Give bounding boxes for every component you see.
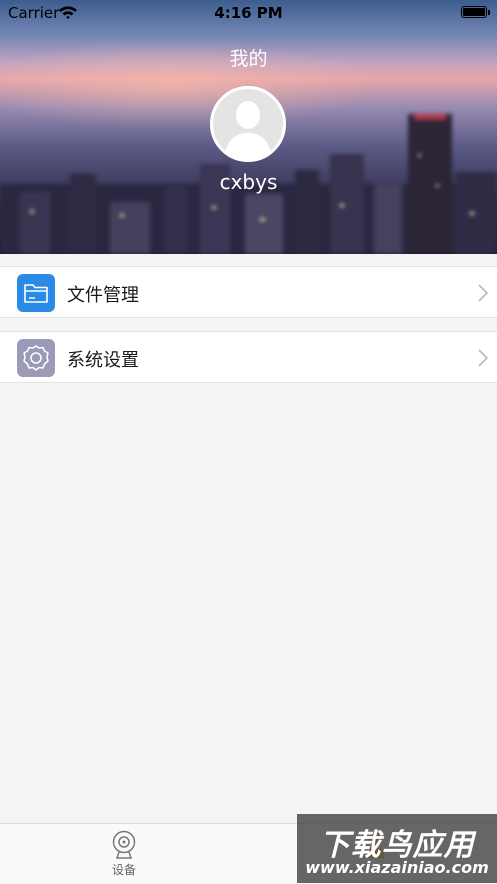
watermark: 下载鸟应用 www.xiazainiao.com [297, 814, 497, 883]
menu-item-system-settings[interactable]: 系统设置 [0, 331, 497, 383]
battery-icon [461, 6, 490, 18]
profile-header: Carrier 4:16 PM 我的 cxbys [0, 0, 497, 254]
avatar[interactable] [210, 86, 286, 162]
watermark-url: www.xiazainiao.com [305, 858, 489, 877]
tab-device-label: 设备 [111, 863, 136, 877]
status-bar: Carrier 4:16 PM [0, 0, 497, 26]
menu-item-label: 系统设置 [67, 350, 139, 371]
chevron-right-icon [478, 284, 488, 302]
page-title: 我的 [229, 48, 268, 70]
default-avatar-icon [213, 89, 283, 159]
chevron-right-icon [478, 349, 488, 367]
clock: 4:16 PM [214, 4, 283, 22]
menu-item-label: 文件管理 [67, 285, 139, 306]
camera-icon [112, 830, 136, 859]
username: cxbys [219, 170, 278, 194]
folder-icon [17, 274, 55, 312]
menu-item-file-management[interactable]: 文件管理 [0, 266, 497, 318]
tab-device[interactable]: 设备 [98, 830, 150, 882]
gear-icon [17, 339, 55, 377]
